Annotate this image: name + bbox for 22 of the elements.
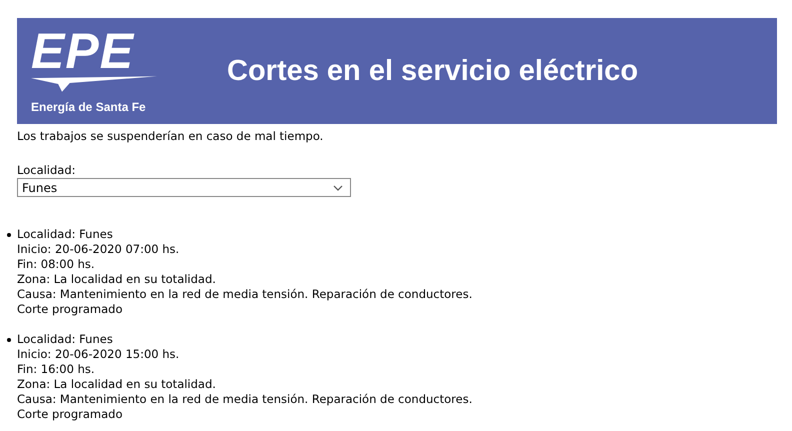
outage-detail: Causa: Mantenimiento en la red de media tensión. Reparación de conductores. (17, 392, 472, 407)
outage-detail: Localidad: Funes (17, 227, 114, 242)
outage-detail: Inicio: 20-06-2020 07:00 hs. (17, 242, 180, 257)
outage-detail: Corte programado (17, 407, 124, 422)
field-label: Localidad: (17, 163, 77, 178)
chevron-icon (333, 184, 343, 190)
page-title: Cortes en el servicio eléctrico (227, 54, 638, 88)
outage-detail: Fin: 08:00 hs. (17, 257, 96, 272)
bullet-icon (7, 233, 11, 237)
outage-detail: Zona: La localidad en su totalidad. (17, 377, 217, 392)
outage-detail: Causa: Mantenimiento en la red de media tensión. Reparación de conductores. (17, 287, 472, 302)
outage-detail: Fin: 16:00 hs. (17, 362, 96, 377)
outage-detail: Zona: La localidad en su totalidad. (17, 272, 217, 287)
logo-caption: Energía de Santa Fe (31, 100, 146, 114)
logo-wordmark: EPE (31, 28, 134, 74)
locality-dropdown[interactable]: Funes (17, 178, 351, 197)
bullet-icon (7, 338, 11, 342)
outage-detail: Corte programado (17, 302, 124, 317)
notice-text: Los trabajos se suspenderían en caso de mal tiempo. (17, 129, 324, 144)
swoosh-icon (31, 76, 157, 92)
outage-detail: Inicio: 20-06-2020 15:00 hs. (17, 347, 180, 362)
outage-detail: Localidad: Funes (17, 332, 114, 347)
